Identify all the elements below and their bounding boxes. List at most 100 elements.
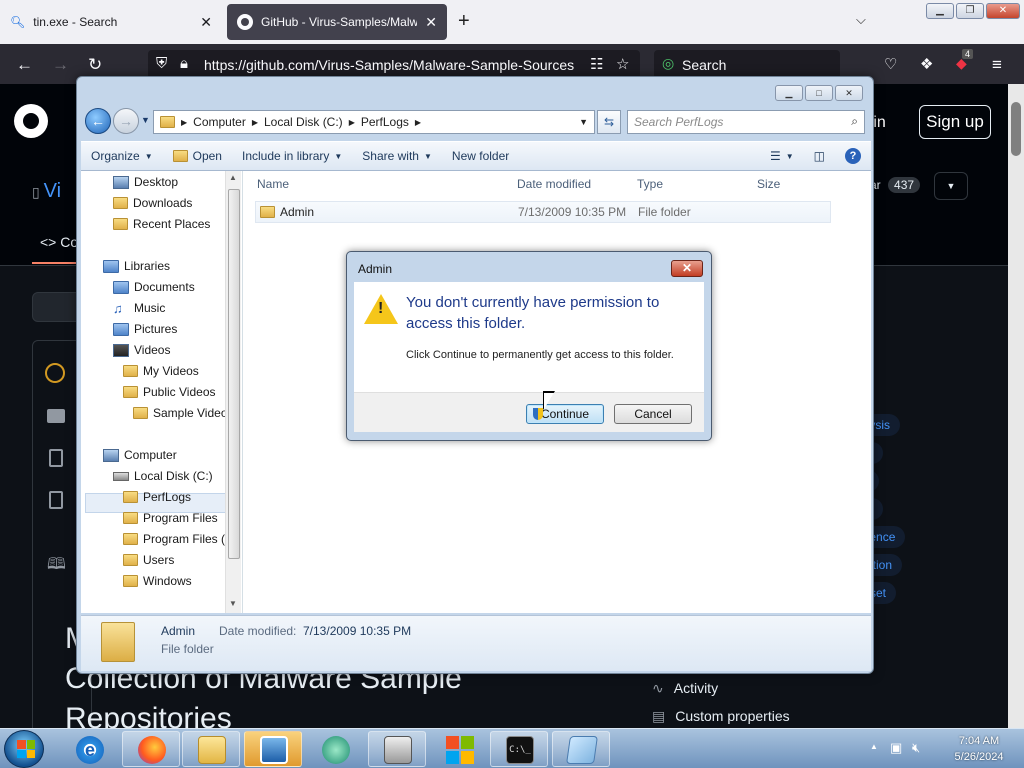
show-hidden-icons-icon[interactable]: ▲: [870, 742, 878, 751]
pocket-icon[interactable]: ♡: [884, 55, 897, 73]
new-folder-button[interactable]: New folder: [442, 149, 519, 163]
start-button[interactable]: [4, 730, 44, 768]
back-button[interactable]: ←: [85, 108, 111, 134]
nav-item-program-files[interactable]: Program Files: [123, 508, 218, 528]
volume-muted-icon[interactable]: 🔇︎: [912, 740, 920, 756]
network-icon[interactable]: ▣: [890, 740, 902, 756]
continue-button[interactable]: Continue: [526, 404, 604, 424]
search-bar[interactable]: ◎ Search: [654, 50, 840, 79]
nav-item-program-files-x86[interactable]: Program Files (: [123, 529, 225, 549]
nav-item-computer[interactable]: Computer: [103, 445, 177, 465]
column-header-size[interactable]: Size: [757, 177, 780, 191]
organize-button[interactable]: Organize ▼: [81, 149, 163, 163]
new-tab-button[interactable]: +: [458, 10, 470, 33]
preview-pane-button[interactable]: ◫: [804, 149, 835, 163]
nav-item-users[interactable]: Users: [123, 550, 174, 570]
star-button[interactable]: ar 437: [870, 177, 921, 193]
taskbar-notepad[interactable]: [552, 731, 610, 767]
back-icon[interactable]: ←: [16, 55, 33, 75]
close-window-button[interactable]: ✕: [986, 3, 1020, 19]
nav-item-desktop[interactable]: Desktop: [113, 172, 178, 192]
url-bar[interactable]: ⛨ 🔒︎ https://github.com/Virus-Samples/Ma…: [148, 50, 640, 79]
chevron-right-icon[interactable]: ▶: [349, 118, 355, 127]
taskbar-disk-app[interactable]: [368, 731, 426, 767]
taskbar-firefox[interactable]: [122, 731, 180, 767]
close-tab-icon[interactable]: ✕: [200, 14, 212, 31]
chevron-right-icon[interactable]: ▶: [252, 118, 258, 127]
nav-item-windows[interactable]: Windows: [123, 571, 192, 591]
nav-item-music[interactable]: ♫ Music: [113, 298, 165, 318]
page-scrollbar[interactable]: [1008, 84, 1024, 728]
nav-item-documents[interactable]: Documents: [113, 277, 195, 297]
help-button[interactable]: ?: [835, 148, 871, 164]
file-row[interactable]: Admin 7/13/2009 10:35 PM File folder: [255, 201, 831, 223]
activity-link[interactable]: ∿ Activity: [652, 674, 1002, 702]
address-dropdown-icon[interactable]: ▼: [579, 117, 588, 127]
clock[interactable]: 7:04 AM 5/26/2024: [944, 733, 1014, 765]
close-button[interactable]: ✕: [835, 85, 863, 101]
taskbar-windows[interactable]: [430, 731, 488, 767]
taskbar-ie[interactable]: e: [60, 731, 118, 767]
scrollbar-thumb[interactable]: [228, 189, 240, 559]
list-tabs-chevron-icon[interactable]: ⌵: [856, 12, 866, 28]
nav-item-libraries[interactable]: Libraries: [103, 256, 170, 276]
github-logo-icon[interactable]: [14, 104, 48, 138]
nav-scrollbar[interactable]: ▲ ▼: [225, 171, 241, 613]
breadcrumb-perflogs[interactable]: PerfLogs: [361, 115, 409, 129]
branch-button[interactable]: [32, 292, 82, 322]
lock-icon[interactable]: 🔒︎: [180, 55, 188, 72]
minimize-button[interactable]: ▁: [775, 85, 803, 101]
maximize-button[interactable]: □: [805, 85, 833, 101]
scroll-up-icon[interactable]: ▲: [229, 173, 237, 182]
refresh-button[interactable]: ⇆: [597, 110, 621, 134]
search-icon[interactable]: ⌕: [851, 114, 858, 129]
taskbar-explorer[interactable]: [182, 731, 240, 767]
nav-item-local-disk[interactable]: Local Disk (C:): [113, 466, 213, 486]
breadcrumb-computer[interactable]: Computer: [193, 115, 246, 129]
search-input[interactable]: Search PerfLogs ⌕: [627, 110, 865, 134]
open-button[interactable]: Open: [163, 149, 232, 163]
star-dropdown-button[interactable]: ▼: [934, 172, 968, 200]
custom-properties-link[interactable]: ▤ Custom properties: [652, 702, 1002, 728]
menu-icon[interactable]: ≡: [992, 55, 1002, 75]
tab-search[interactable]: 🔍︎ tin.exe - Search ✕: [0, 4, 222, 40]
change-view-button[interactable]: ☰ ▼: [760, 149, 804, 163]
breadcrumb-local-disk[interactable]: Local Disk (C:): [264, 115, 343, 129]
taskbar-cmd[interactable]: C:\_: [490, 731, 548, 767]
dialog-close-button[interactable]: ✕: [671, 260, 703, 277]
chevron-right-icon[interactable]: ▶: [415, 118, 421, 127]
forward-icon[interactable]: →: [52, 55, 69, 75]
extensions-icon[interactable]: ❖: [920, 55, 933, 73]
close-tab-icon[interactable]: ✕: [425, 14, 437, 31]
nav-item-videos[interactable]: Videos: [113, 340, 170, 360]
scroll-down-icon[interactable]: ▼: [229, 599, 237, 608]
nav-item-downloads[interactable]: Downloads: [113, 193, 192, 213]
forward-button[interactable]: →: [113, 108, 139, 134]
recent-pages-dropdown[interactable]: ▼: [141, 115, 150, 125]
nav-item-pictures[interactable]: Pictures: [113, 319, 177, 339]
scrollbar-thumb[interactable]: [1011, 102, 1021, 156]
nav-item-public-videos[interactable]: Public Videos: [123, 382, 216, 402]
shield-icon[interactable]: ⛨: [156, 55, 167, 72]
minimize-button[interactable]: ▁: [926, 3, 954, 19]
repo-name[interactable]: ▯ Vi: [32, 180, 61, 203]
include-in-library-button[interactable]: Include in library ▼: [232, 149, 352, 163]
bookmark-star-icon[interactable]: ☆: [616, 55, 629, 73]
tab-code[interactable]: <> Co: [40, 234, 78, 250]
column-header-type[interactable]: Type: [637, 177, 663, 191]
reload-icon[interactable]: ↻: [88, 55, 102, 75]
reader-view-icon[interactable]: ☷: [590, 55, 603, 73]
share-with-button[interactable]: Share with ▼: [352, 149, 442, 163]
nav-item-my-videos[interactable]: My Videos: [123, 361, 199, 381]
column-header-name[interactable]: Name: [257, 177, 289, 191]
nav-item-perflogs[interactable]: PerfLogs: [123, 487, 191, 507]
taskbar-media-player[interactable]: [244, 731, 302, 767]
cancel-button[interactable]: Cancel: [614, 404, 692, 424]
nav-item-recent-places[interactable]: Recent Places: [113, 214, 210, 234]
nav-item-sample-videos[interactable]: Sample Videos: [133, 403, 234, 423]
maximize-button[interactable]: ❐: [956, 3, 984, 19]
column-header-date[interactable]: Date modified: [517, 177, 591, 191]
ublock-icon[interactable]: ◆ 4: [956, 49, 974, 72]
sign-up-button[interactable]: Sign up: [919, 105, 991, 139]
tab-github[interactable]: GitHub - Virus-Samples/Malwa ✕: [227, 4, 447, 40]
